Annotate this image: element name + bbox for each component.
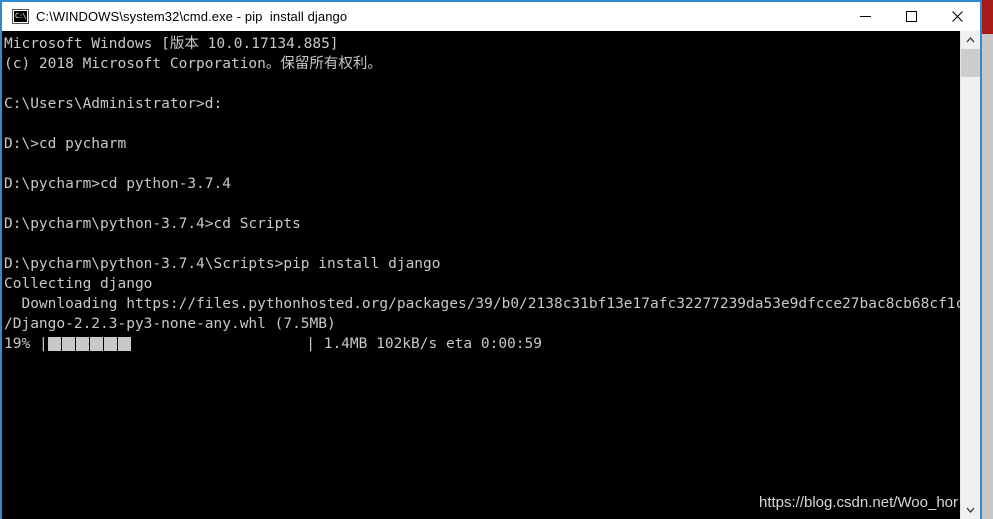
background-window-titlebar-strip	[981, 0, 993, 34]
console-scrollbar[interactable]	[960, 31, 980, 519]
console-line: C:\Users\Administrator>d:	[4, 96, 223, 112]
progress-block	[117, 337, 131, 351]
progress-stats: | 1.4MB 102kB/s eta 0:00:59	[131, 336, 542, 352]
window-titlebar[interactable]: C:\WINDOWS\system32\cmd.exe - pip instal…	[2, 2, 980, 31]
close-button[interactable]	[934, 2, 980, 31]
console-line: (c) 2018 Microsoft Corporation。保留所有权利。	[4, 56, 382, 72]
window-controls	[842, 2, 980, 31]
cmd-icon	[12, 9, 29, 24]
progress-bar-blocks	[47, 337, 132, 351]
scroll-up-icon[interactable]	[961, 31, 980, 49]
window-title: C:\WINDOWS\system32\cmd.exe - pip instal…	[36, 9, 348, 24]
scrollbar-thumb[interactable]	[961, 49, 980, 77]
console-line: /Django-2.2.3-py3-none-any.whl (7.5MB)	[4, 316, 336, 332]
progress-block	[47, 337, 61, 351]
background-window-body-strip	[981, 34, 993, 519]
maximize-button[interactable]	[888, 2, 934, 31]
progress-percent-label: 19%	[4, 336, 31, 352]
progress-block	[61, 337, 75, 351]
console-line: Downloading https://files.pythonhosted.o…	[4, 296, 960, 312]
progress-block	[75, 337, 89, 351]
console-output-area[interactable]: Microsoft Windows [版本 10.0.17134.885] (c…	[2, 31, 960, 519]
watermark-text: https://blog.csdn.net/Woo_hor	[758, 494, 958, 511]
console-line: D:\pycharm\python-3.7.4>cd Scripts	[4, 216, 301, 232]
download-progress-line: 19% | | 1.4MB 102kB/s eta 0:00:59	[4, 334, 960, 354]
console-text-block: Microsoft Windows [版本 10.0.17134.885] (c…	[2, 31, 960, 354]
console-line: D:\pycharm\python-3.7.4\Scripts>pip inst…	[4, 256, 441, 272]
screenshot-root: C:\WINDOWS\system32\cmd.exe - pip instal…	[0, 0, 993, 519]
progress-bar-open-bracket: |	[38, 336, 48, 352]
console-line: Microsoft Windows [版本 10.0.17134.885]	[4, 36, 339, 52]
console-line: Collecting django	[4, 276, 153, 292]
progress-block	[89, 337, 103, 351]
scroll-down-icon[interactable]	[961, 501, 980, 519]
minimize-button[interactable]	[842, 2, 888, 31]
console-line: D:\pycharm>cd python-3.7.4	[4, 176, 231, 192]
progress-block	[103, 337, 117, 351]
cmd-window: C:\WINDOWS\system32\cmd.exe - pip instal…	[0, 0, 982, 519]
console-line: D:\>cd pycharm	[4, 136, 127, 152]
